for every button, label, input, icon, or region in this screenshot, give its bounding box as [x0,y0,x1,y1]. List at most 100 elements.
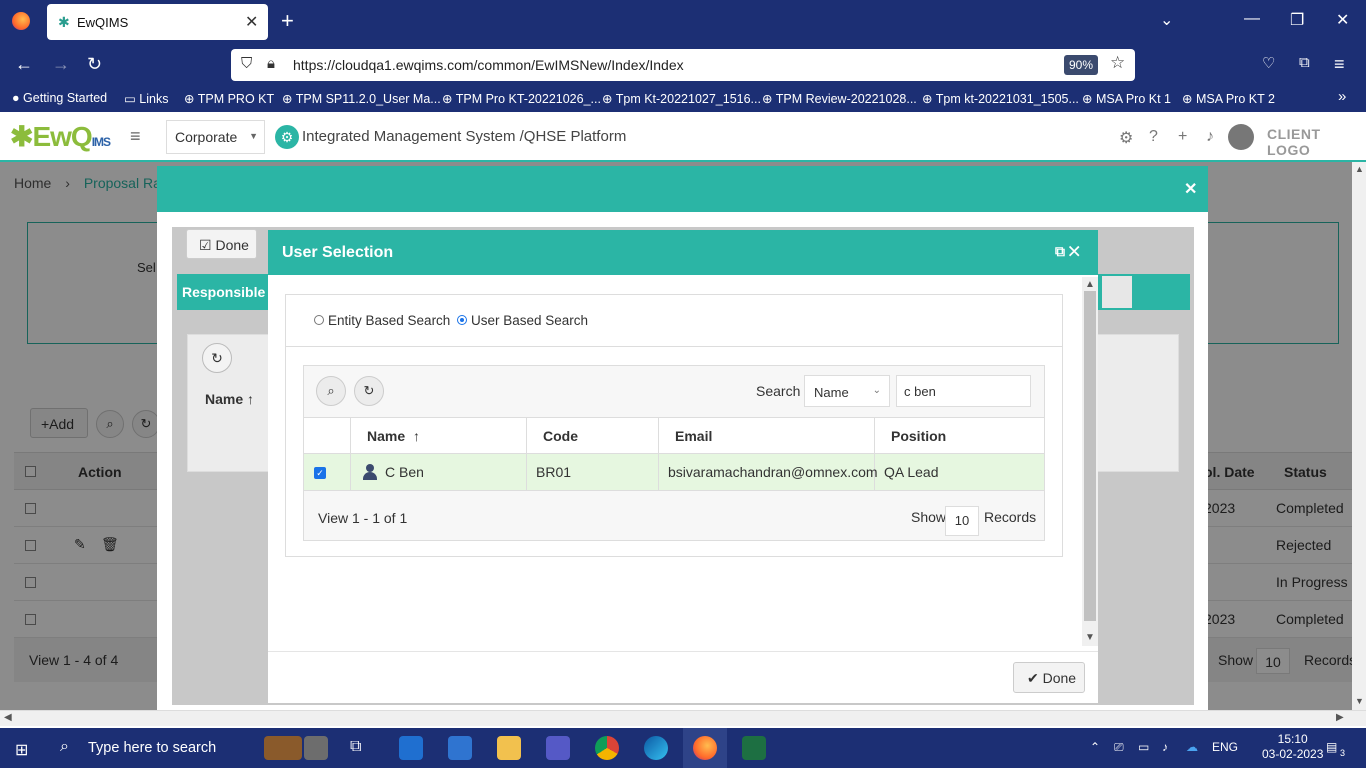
page-size-select[interactable]: 10 [945,506,979,536]
bookmark-item[interactable]: ⊕ MSA Pro KT 2 [1182,91,1275,106]
restore-icon[interactable]: ❐ [1290,10,1304,30]
close-icon[interactable]: ✕ [1184,179,1197,199]
refresh-icon[interactable]: ↻ [202,343,232,373]
scroll-down-icon[interactable]: ▼ [1355,696,1364,706]
search-field-select[interactable]: Name ⌄ [804,375,890,407]
firefox-icon[interactable] [12,12,30,30]
network-icon[interactable]: ▭ [1138,740,1149,754]
scroll-up-icon[interactable]: ▲ [1355,164,1364,174]
user-search-label[interactable]: User Based Search [471,313,588,328]
lock-icon[interactable]: 🔒︎ [267,55,275,72]
entity-search-label[interactable]: Entity Based Search [328,313,450,328]
mail-icon[interactable] [399,736,423,760]
bookmark-item[interactable]: ⊕ MSA Pro Kt 1 [1082,91,1171,106]
position-cell[interactable]: QA Lead [875,454,1044,490]
bookmark-item[interactable]: ● Getting Started [12,91,107,105]
user-picker-icon[interactable] [1102,276,1132,308]
refresh-icon[interactable]: ↻ [354,376,384,406]
minimize-icon[interactable]: — [1244,10,1260,28]
row-checkbox[interactable]: ✓ [314,467,326,479]
close-icon[interactable]: ✕ [1069,243,1080,259]
scroll-left-icon[interactable]: ◀ [4,712,12,723]
bell-icon[interactable]: ♪ [1206,128,1214,146]
name-cell[interactable]: C Ben [351,454,527,490]
scroll-up-icon[interactable]: ▲ [1085,279,1095,290]
hamburger-icon[interactable]: ≡ [130,126,141,147]
code-cell[interactable]: BR01 [527,454,659,490]
page-vertical-scrollbar[interactable]: ▲ ▼ [1352,162,1366,710]
done-button[interactable]: ☑ Done [186,229,257,259]
chevron-down-icon[interactable]: ⌄ [1160,10,1173,30]
bookmark-item[interactable]: ⊕ TPM Review-20221028... [762,91,917,106]
menu-icon[interactable]: ≡ [1334,54,1345,75]
store-icon[interactable] [448,736,472,760]
bookmark-item[interactable]: ⊕ TPM PRO KT [184,91,274,106]
window-close-icon[interactable]: ✕ [1336,10,1349,30]
expand-icon[interactable]: ⧉ [1055,243,1065,259]
pocket-icon[interactable]: ♡ [1262,54,1275,72]
taskbar-search[interactable]: ⌕ Type here to search [50,728,255,768]
bookmark-item[interactable]: ⊕ TPM SP11.2.0_User Ma... [282,91,441,106]
plus-icon[interactable]: + [1178,128,1187,146]
edge-icon[interactable] [644,736,668,760]
address-bar[interactable]: ⛉ 🔒︎ https://cloudqa1.ewqims.com/common/… [231,49,1135,81]
overflow-chevron-icon[interactable]: » [1338,88,1346,105]
windows-start-icon[interactable]: ⊞ [15,740,28,760]
ewqims-logo[interactable]: ✱EwQIMS [10,120,111,153]
avatar[interactable] [1228,124,1254,150]
row-select-cell[interactable]: ✓ [304,454,351,490]
star-icon[interactable]: ☆ [1110,53,1125,73]
scroll-right-icon[interactable]: ▶ [1336,712,1344,723]
name-column-header[interactable]: Name ↑ [351,418,527,453]
extensions-icon[interactable]: ⧉ [1299,54,1310,71]
bookmark-item[interactable]: ⊕ Tpm kt-20221031_1505... [922,91,1079,106]
volume-icon[interactable]: ♪ [1162,740,1168,754]
chevron-up-icon[interactable]: ⌃ [1090,740,1100,754]
firefox-taskbar-icon[interactable] [693,736,717,760]
search-input[interactable]: c ben [896,375,1031,407]
chrome-icon[interactable] [595,736,619,760]
scroll-down-icon[interactable]: ▼ [1085,632,1095,643]
search-placeholder[interactable]: Type here to search [88,740,216,756]
organization-select[interactable]: Corporate ▼ [166,120,265,154]
file-explorer-icon[interactable] [497,736,521,760]
bookmark-item[interactable]: ▭ Links [124,91,168,106]
language-indicator[interactable]: ENG [1212,740,1238,754]
calculator-icon[interactable] [304,736,328,760]
reload-icon[interactable]: ↻ [87,54,102,75]
browser-tab[interactable]: ✱ EwQIMS ✕ [47,4,268,40]
url-text[interactable]: https://cloudqa1.ewqims.com/common/EwIMS… [293,57,684,73]
code-column-header[interactable]: Code [527,418,659,453]
search-icon[interactable]: ⌕ [316,376,346,406]
teams-icon[interactable] [546,736,570,760]
email-column-header[interactable]: Email [659,418,875,453]
position-column-header[interactable]: Position [875,418,1044,453]
bookmark-item[interactable]: ⊕ Tpm Kt-20221027_1516... [602,91,761,106]
new-tab-icon[interactable]: + [281,8,294,34]
page-horizontal-scrollbar[interactable]: ◀ ▶ [0,710,1366,726]
meet-now-icon[interactable]: ⎚ [1114,740,1124,755]
notifications-icon[interactable]: ▤ [1326,740,1337,754]
clock[interactable]: 15:10 03-02-2023 [1262,732,1323,762]
task-view-icon[interactable]: ⧉ [350,738,374,762]
cash-register-app-icon[interactable] [264,736,302,760]
settings-icon[interactable]: ⚙ [1119,128,1133,148]
help-icon[interactable]: ? [1149,128,1158,146]
zoom-badge[interactable]: 90% [1064,55,1098,75]
globe-icon: ⊕ [762,92,773,106]
entity-search-radio[interactable] [314,315,324,325]
bookmark-item[interactable]: ⊕ TPM Pro KT-20221026_... [442,91,601,106]
modal-scrollbar[interactable]: ▲ ▼ [1082,277,1098,646]
onedrive-icon[interactable]: ☁ [1186,740,1198,754]
email-cell[interactable]: bsivaramachandran@omnex.com [659,454,878,490]
forward-icon[interactable]: → [52,54,70,75]
back-icon[interactable]: ← [15,54,33,75]
shield-icon[interactable]: ⛉ [241,55,252,72]
done-button[interactable]: ✔ Done [1013,662,1085,693]
excel-icon[interactable] [742,736,766,760]
user-search-radio[interactable] [457,315,467,325]
close-icon[interactable]: ✕ [245,12,258,32]
name-column-header[interactable]: Name ↑ [205,391,254,407]
scroll-thumb[interactable] [1084,291,1096,621]
table-row[interactable]: ✓ C Ben BR01 bsivaramachandran@omnex.com… [304,454,1044,491]
